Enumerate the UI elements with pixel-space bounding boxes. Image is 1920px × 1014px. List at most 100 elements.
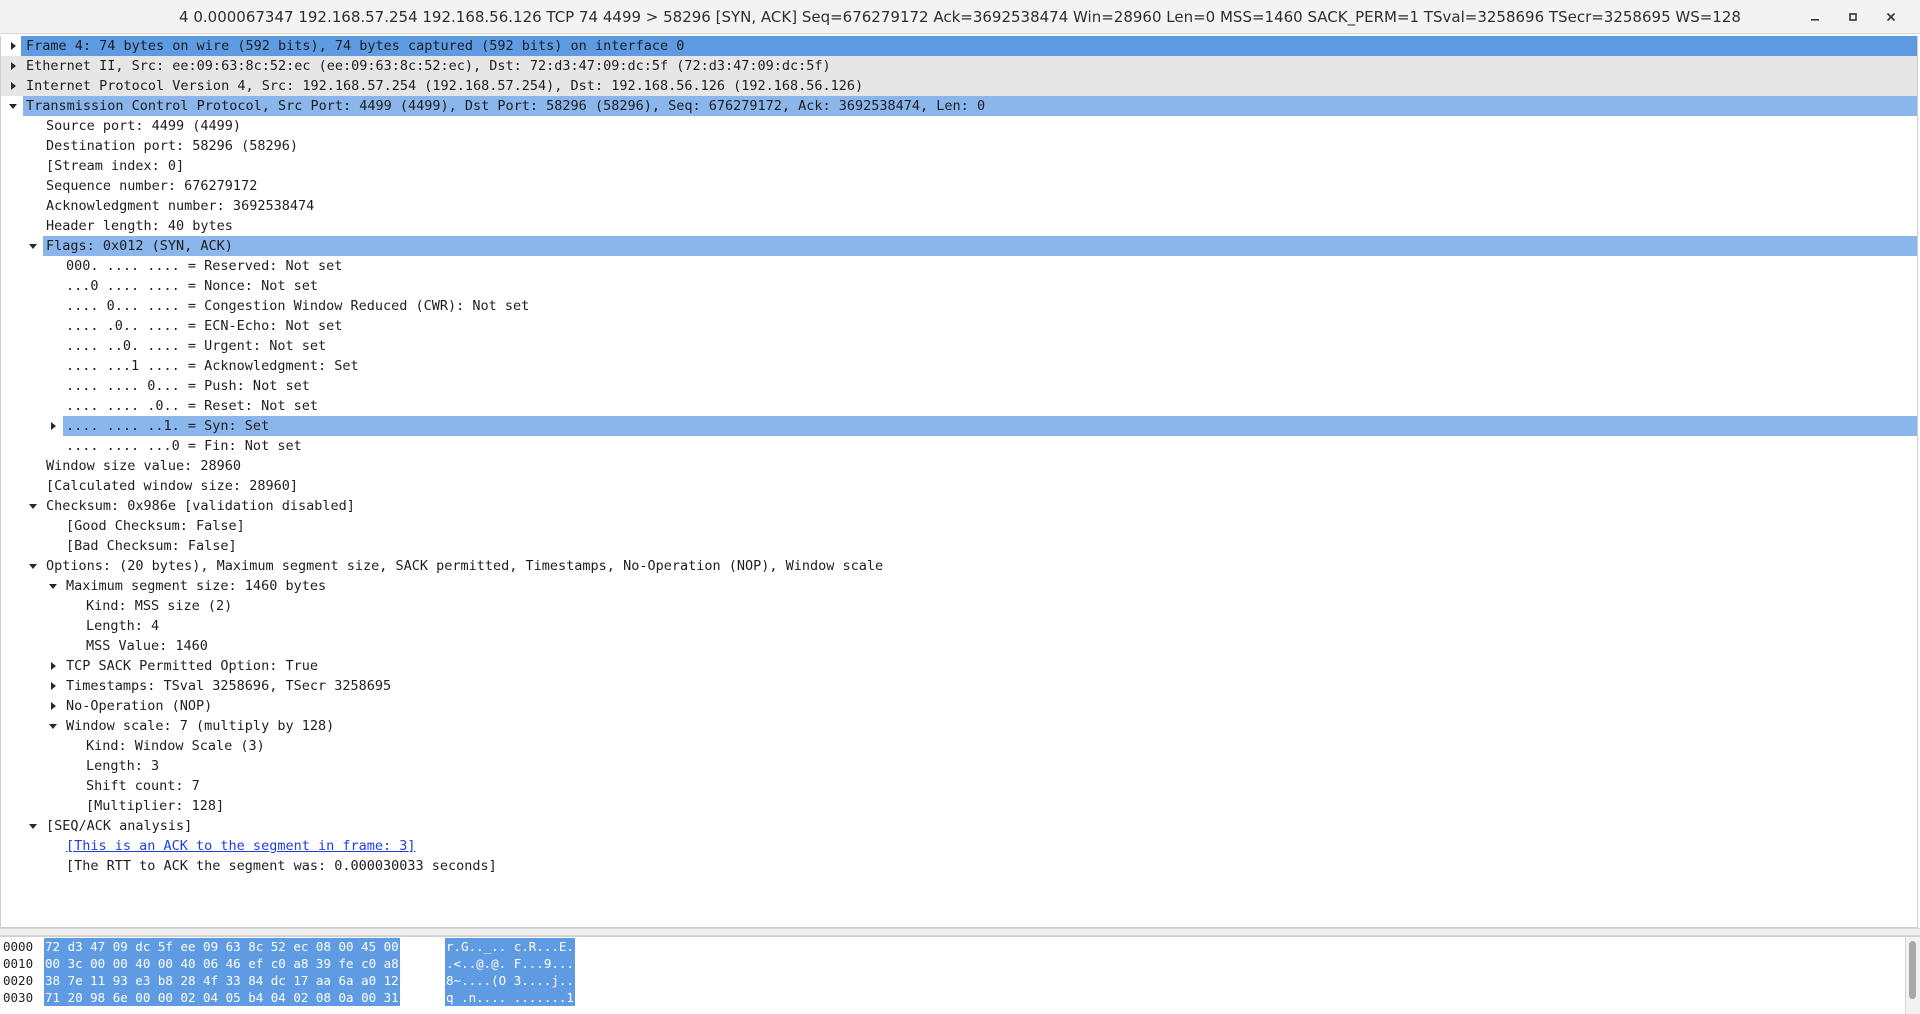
tree-row[interactable]: Frame 4: 74 bytes on wire (592 bits), 74…: [1, 36, 1917, 56]
tree-row-label: Acknowledgment number: 3692538474: [46, 198, 315, 214]
hex-offset: 0010: [3, 956, 34, 971]
tree-row[interactable]: .... .0.. .... = ECN-Echo: Not set: [1, 316, 1917, 336]
collapsed-arrow-icon[interactable]: [6, 76, 20, 96]
hex-ascii: 8~....(O 3....j..: [445, 972, 575, 989]
tree-row[interactable]: Header length: 40 bytes: [1, 216, 1917, 236]
hex-ascii: r.G.._.. c.R...E.: [445, 938, 575, 955]
tree-row-label: Shift count: 7: [86, 778, 200, 794]
tree-row[interactable]: Destination port: 58296 (58296): [1, 136, 1917, 156]
tree-row[interactable]: Flags: 0x012 (SYN, ACK): [1, 236, 1917, 256]
tree-row[interactable]: .... ..0. .... = Urgent: Not set: [1, 336, 1917, 356]
tree-row[interactable]: [The RTT to ACK the segment was: 0.00003…: [1, 856, 1917, 876]
tree-row[interactable]: .... .... ..1. = Syn: Set: [1, 416, 1917, 436]
packet-details-tree[interactable]: Frame 4: 74 bytes on wire (592 bits), 74…: [0, 36, 1918, 928]
tree-row[interactable]: [Bad Checksum: False]: [1, 536, 1917, 556]
tree-row-label: .... 0... .... = Congestion Window Reduc…: [66, 298, 530, 314]
tree-row[interactable]: MSS Value: 1460: [1, 636, 1917, 656]
tree-row-label: Ethernet II, Src: ee:09:63:8c:52:ec (ee:…: [26, 58, 831, 74]
tree-row-label: Source port: 4499 (4499): [46, 118, 242, 134]
tree-row-label: TCP SACK Permitted Option: True: [66, 658, 318, 674]
tree-row[interactable]: 000. .... .... = Reserved: Not set: [1, 256, 1917, 276]
tree-row[interactable]: Length: 4: [1, 616, 1917, 636]
tree-row-label: Kind: MSS size (2): [86, 598, 233, 614]
hex-bytes: 38 7e 11 93 e3 b8 28 4f 33 84 dc 17 aa 6…: [44, 972, 400, 989]
tree-row[interactable]: Checksum: 0x986e [validation disabled]: [1, 496, 1917, 516]
tree-row[interactable]: .... 0... .... = Congestion Window Reduc…: [1, 296, 1917, 316]
expanded-arrow-icon[interactable]: [26, 556, 40, 576]
tree-row[interactable]: Kind: MSS size (2): [1, 596, 1917, 616]
window-title: 4 0.000067347 192.168.57.254 192.168.56.…: [179, 7, 1741, 26]
tree-row[interactable]: No-Operation (NOP): [1, 696, 1917, 716]
expanded-arrow-icon[interactable]: [26, 236, 40, 256]
tree-row-label: .... ..0. .... = Urgent: Not set: [66, 338, 327, 354]
tree-row-label: Sequence number: 676279172: [46, 178, 258, 194]
scrollbar-thumb[interactable]: [1909, 941, 1916, 999]
tree-row[interactable]: ...0 .... .... = Nonce: Not set: [1, 276, 1917, 296]
tree-row[interactable]: [SEQ/ACK analysis]: [1, 816, 1917, 836]
tree-row[interactable]: TCP SACK Permitted Option: True: [1, 656, 1917, 676]
pane-splitter[interactable]: [0, 928, 1920, 936]
collapsed-arrow-icon[interactable]: [6, 56, 20, 76]
expanded-arrow-icon[interactable]: [26, 816, 40, 836]
expanded-arrow-icon[interactable]: [46, 716, 60, 736]
tree-row-label: .... .0.. .... = ECN-Echo: Not set: [66, 318, 343, 334]
hex-bytes: 72 d3 47 09 dc 5f ee 09 63 8c 52 ec 08 0…: [44, 938, 400, 955]
packet-bytes-pane[interactable]: 0000 72 d3 47 09 dc 5f ee 09 63 8c 52 ec …: [0, 936, 1920, 1014]
tree-row-label: Transmission Control Protocol, Src Port:…: [26, 98, 986, 114]
bytes-scrollbar[interactable]: [1905, 937, 1920, 1014]
collapsed-arrow-icon[interactable]: [6, 36, 20, 56]
window-controls: [1796, 0, 1910, 34]
tree-row[interactable]: Internet Protocol Version 4, Src: 192.16…: [1, 76, 1917, 96]
collapsed-arrow-icon[interactable]: [46, 676, 60, 696]
tree-row-label: [Good Checksum: False]: [66, 518, 245, 534]
collapsed-arrow-icon[interactable]: [46, 696, 60, 716]
tree-row[interactable]: Maximum segment size: 1460 bytes: [1, 576, 1917, 596]
tree-row-label: 000. .... .... = Reserved: Not set: [66, 258, 343, 274]
tree-row[interactable]: .... .... 0... = Push: Not set: [1, 376, 1917, 396]
collapsed-arrow-icon[interactable]: [46, 416, 60, 436]
tree-row[interactable]: Kind: Window Scale (3): [1, 736, 1917, 756]
tree-row[interactable]: Window size value: 28960: [1, 456, 1917, 476]
tree-row[interactable]: Options: (20 bytes), Maximum segment siz…: [1, 556, 1917, 576]
tree-row[interactable]: [Multiplier: 128]: [1, 796, 1917, 816]
tree-row[interactable]: [This is an ACK to the segment in frame:…: [1, 836, 1917, 856]
collapsed-arrow-icon[interactable]: [46, 656, 60, 676]
row-selection-highlight: [63, 416, 1917, 436]
tree-row[interactable]: [Calculated window size: 28960]: [1, 476, 1917, 496]
tree-row[interactable]: Acknowledgment number: 3692538474: [1, 196, 1917, 216]
maximize-icon[interactable]: [1834, 0, 1872, 34]
tree-row-label: [The RTT to ACK the segment was: 0.00003…: [66, 858, 497, 874]
tree-row[interactable]: .... .... ...0 = Fin: Not set: [1, 436, 1917, 456]
tree-row-label: Maximum segment size: 1460 bytes: [66, 578, 327, 594]
frame-link[interactable]: [This is an ACK to the segment in frame:…: [66, 836, 416, 856]
tree-row-label: Flags: 0x012 (SYN, ACK): [46, 238, 233, 254]
tree-row[interactable]: .... ...1 .... = Acknowledgment: Set: [1, 356, 1917, 376]
tree-row[interactable]: .... .... .0.. = Reset: Not set: [1, 396, 1917, 416]
tree-row-label: Window size value: 28960: [46, 458, 242, 474]
tree-row[interactable]: Sequence number: 676279172: [1, 176, 1917, 196]
tree-row[interactable]: Ethernet II, Src: ee:09:63:8c:52:ec (ee:…: [1, 56, 1917, 76]
tree-row-label: Options: (20 bytes), Maximum segment siz…: [46, 558, 884, 574]
tree-row[interactable]: [Good Checksum: False]: [1, 516, 1917, 536]
tree-row-label: [Calculated window size: 28960]: [46, 478, 298, 494]
minimize-icon[interactable]: [1796, 0, 1834, 34]
tree-row[interactable]: Source port: 4499 (4499): [1, 116, 1917, 136]
expanded-arrow-icon[interactable]: [6, 96, 20, 116]
expanded-arrow-icon[interactable]: [26, 496, 40, 516]
tree-row[interactable]: Length: 3: [1, 756, 1917, 776]
tree-row-label: Destination port: 58296 (58296): [46, 138, 298, 154]
tree-row-label: Window scale: 7 (multiply by 128): [66, 718, 335, 734]
tree-row-label: No-Operation (NOP): [66, 698, 213, 714]
close-icon[interactable]: [1872, 0, 1910, 34]
tree-row[interactable]: Shift count: 7: [1, 776, 1917, 796]
tree-row[interactable]: Transmission Control Protocol, Src Port:…: [1, 96, 1917, 116]
tree-row-label: Header length: 40 bytes: [46, 218, 233, 234]
tree-row[interactable]: [Stream index: 0]: [1, 156, 1917, 176]
expanded-arrow-icon[interactable]: [46, 576, 60, 596]
hex-ascii: .<..@.@. F...9...: [445, 955, 575, 972]
tree-row[interactable]: Window scale: 7 (multiply by 128): [1, 716, 1917, 736]
tree-row-label: ...0 .... .... = Nonce: Not set: [66, 278, 318, 294]
tree-row[interactable]: Timestamps: TSval 3258696, TSecr 3258695: [1, 676, 1917, 696]
tree-row-label: .... .... ...0 = Fin: Not set: [66, 438, 302, 454]
window-titlebar[interactable]: 4 0.000067347 192.168.57.254 192.168.56.…: [0, 0, 1920, 34]
